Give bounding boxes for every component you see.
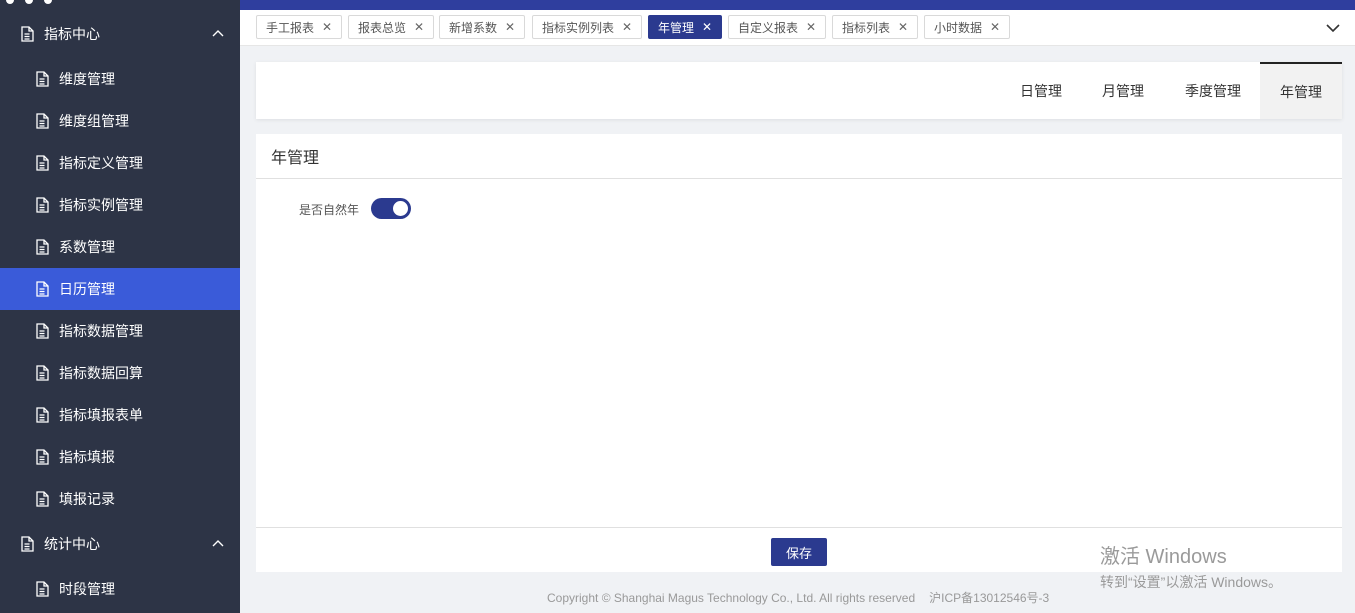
document-icon [36,197,49,213]
period-subtabs: 日管理 月管理 季度管理 年管理 [256,62,1342,119]
watermark-subtitle: 转到“设置”以激活 Windows。 [1100,574,1283,590]
document-icon [36,491,49,507]
tab-label: 自定义报表 [738,20,799,35]
document-icon [36,449,49,465]
window-dot[interactable] [44,0,52,4]
tab-label: 指标实例列表 [542,20,615,35]
sidebar-group-indicator-center[interactable]: 指标中心 [0,10,240,58]
document-icon [36,365,49,381]
sidebar-item-fill-form[interactable]: 指标填报表单 [0,394,240,436]
tab-label: 手工报表 [266,20,315,35]
sidebar-group-label: 统计中心 [44,536,100,552]
close-icon[interactable]: ✕ [702,20,712,34]
document-icon [36,407,49,423]
document-icon [36,281,49,297]
tab-hourly-data[interactable]: 小时数据 ✕ [924,15,1011,39]
document-icon [36,113,49,129]
tab-manual-report[interactable]: 手工报表 ✕ [256,15,343,39]
document-icon [21,536,34,552]
document-icon [36,581,49,597]
sidebar-item-label: 维度管理 [59,71,115,87]
copyright-footer: Copyright © Shanghai Magus Technology Co… [547,589,1049,606]
close-icon[interactable]: ✕ [505,20,515,34]
sidebar-item-period-management[interactable]: 时段管理 [0,568,240,610]
copyright-text: Copyright © Shanghai Magus Technology Co… [547,591,916,605]
sidebar-item-dimension-management[interactable]: 维度管理 [0,58,240,100]
subtab-year[interactable]: 年管理 [1260,62,1342,119]
sidebar-item-label: 指标实例管理 [59,197,143,213]
window-dot[interactable] [6,0,14,4]
sidebar-group-statistics-center[interactable]: 统计中心 [0,520,240,568]
close-icon[interactable]: ✕ [990,20,1000,34]
sidebar-item-indicator-definition[interactable]: 指标定义管理 [0,142,240,184]
tab-indicator-instance-list[interactable]: 指标实例列表 ✕ [532,15,643,39]
watermark-title: 激活 Windows [1100,546,1227,568]
close-icon[interactable]: ✕ [622,20,632,34]
tab-report-overview[interactable]: 报表总览 ✕ [348,15,435,39]
tab-label: 报表总览 [358,20,407,35]
icp-link[interactable]: 沪ICP备13012546号-3 [929,591,1049,605]
subtab-label: 季度管理 [1185,82,1241,99]
subtab-day[interactable]: 日管理 [1001,62,1081,119]
tab-label: 新增系数 [449,20,498,35]
tab-label: 指标列表 [842,20,891,35]
document-icon [21,26,34,42]
sidebar-item-label: 日历管理 [59,281,115,297]
year-management-panel: 年管理 是否自然年 保存 [256,134,1342,572]
document-icon [36,239,49,255]
sidebar-item-indicator-recalc[interactable]: 指标数据回算 [0,352,240,394]
subtab-label: 日管理 [1020,82,1062,99]
sidebar-item-coefficient[interactable]: 系数管理 [0,226,240,268]
subtab-month[interactable]: 月管理 [1083,62,1163,119]
sidebar-item-indicator-instance[interactable]: 指标实例管理 [0,184,240,226]
subtab-label: 月管理 [1102,82,1144,99]
tab-new-coefficient[interactable]: 新增系数 ✕ [439,15,526,39]
document-icon [36,155,49,171]
sidebar-item-label: 指标数据回算 [59,365,143,381]
sidebar-group-label: 指标中心 [44,26,100,42]
sidebar-item-dimension-group-management[interactable]: 维度组管理 [0,100,240,142]
tab-label: 小时数据 [934,20,983,35]
natural-year-toggle[interactable] [371,198,411,219]
close-icon[interactable]: ✕ [414,20,424,34]
tab-custom-report[interactable]: 自定义报表 ✕ [728,15,827,39]
sidebar: 指标中心 维度管理 维度组管理 指标定义管理 指标实例管理 系数管理 日历管理 … [0,10,240,613]
close-icon[interactable]: ✕ [898,20,908,34]
tab-year-management[interactable]: 年管理 ✕ [648,15,723,39]
sidebar-item-label: 维度组管理 [59,113,129,129]
sidebar-item-label: 指标数据管理 [59,323,143,339]
window-dot[interactable] [25,0,33,4]
chevron-up-icon[interactable] [212,539,224,547]
sidebar-item-indicator-data[interactable]: 指标数据管理 [0,310,240,352]
document-icon [36,71,49,87]
sidebar-item-label: 时段管理 [59,581,115,597]
subtab-label: 年管理 [1280,83,1322,100]
sidebar-item-label: 系数管理 [59,239,115,255]
chevron-down-icon[interactable] [1325,20,1341,36]
sidebar-item-label: 指标定义管理 [59,155,143,171]
window-controls [0,0,240,10]
tab-indicator-list[interactable]: 指标列表 ✕ [832,15,919,39]
tab-label: 年管理 [658,20,695,35]
save-button[interactable]: 保存 [771,538,827,566]
sidebar-item-fill-records[interactable]: 填报记录 [0,478,240,520]
chevron-up-icon[interactable] [212,29,224,37]
toggle-knob [393,201,408,216]
sidebar-item-label: 填报记录 [59,491,115,507]
panel-title: 年管理 [256,134,1342,179]
close-icon[interactable]: ✕ [322,20,332,34]
windows-activation-watermark: 激活 Windows 转到“设置”以激活 Windows。 [1100,540,1282,592]
subtab-quarter[interactable]: 季度管理 [1168,62,1258,119]
document-icon [36,323,49,339]
natural-year-label: 是否自然年 [299,203,360,217]
sidebar-item-label: 指标填报 [59,449,115,465]
sidebar-item-calendar[interactable]: 日历管理 [0,268,240,310]
sidebar-item-label: 指标填报表单 [59,407,143,423]
close-icon[interactable]: ✕ [806,20,816,34]
tab-bar: 手工报表 ✕ 报表总览 ✕ 新增系数 ✕ 指标实例列表 ✕ 年管理 ✕ 自定义报表 ✕ 指标… [240,10,1355,46]
sidebar-item-fill[interactable]: 指标填报 [0,436,240,478]
